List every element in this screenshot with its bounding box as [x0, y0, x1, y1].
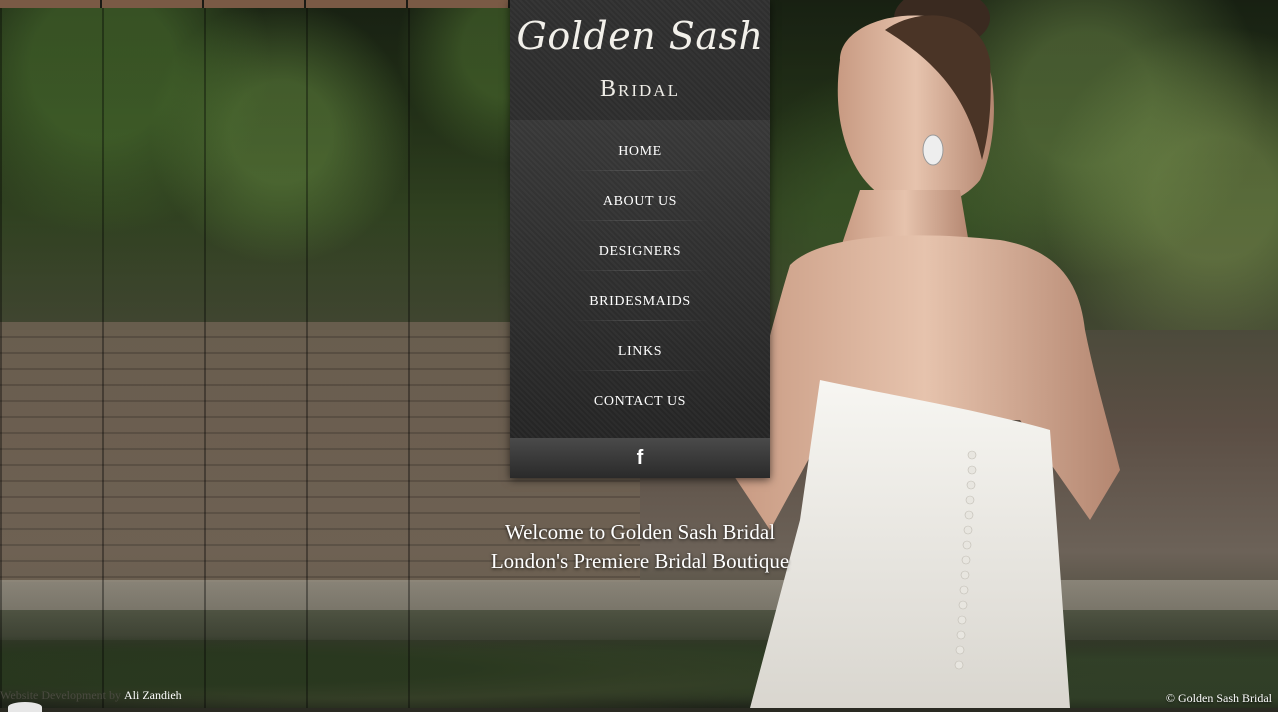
slide-transition-strips — [0, 0, 510, 708]
nav-item-designers[interactable]: DESIGNERS — [510, 220, 770, 271]
credit-name-link[interactable]: Ali Zandieh — [124, 688, 182, 702]
logo-subtitle[interactable]: Bridal — [510, 76, 770, 103]
nav-item-links[interactable]: LINKS — [510, 320, 770, 371]
facebook-icon[interactable]: f — [632, 446, 648, 470]
logo-script[interactable]: Golden Sash — [510, 14, 770, 58]
credit-prefix: Website Development by — [0, 688, 122, 702]
copyright-text: © Golden Sash Bridal — [1165, 691, 1272, 705]
main-menu: HOME ABOUT US DESIGNERS BRIDESMAIDS LINK… — [510, 120, 770, 438]
nav-item-bridesmaids[interactable]: BRIDESMAIDS — [510, 270, 770, 321]
welcome-line-2: London's Premiere Bridal Boutique — [490, 549, 790, 573]
nav-item-home[interactable]: HOME — [510, 120, 770, 171]
nav-item-contact-us[interactable]: CONTACT US — [510, 370, 770, 420]
nav-panel: Golden Sash Bridal HOME ABOUT US DESIGNE… — [510, 0, 770, 478]
nav-item-about-us[interactable]: ABOUT US — [510, 170, 770, 221]
corner-widget[interactable] — [8, 702, 42, 712]
welcome-line-1: Welcome to Golden Sash Bridal — [504, 520, 776, 544]
slide-strip-tops — [0, 0, 510, 8]
welcome-message: Welcome to Golden Sash Bridal London's P… — [440, 518, 840, 576]
social-bar: f — [510, 438, 770, 478]
